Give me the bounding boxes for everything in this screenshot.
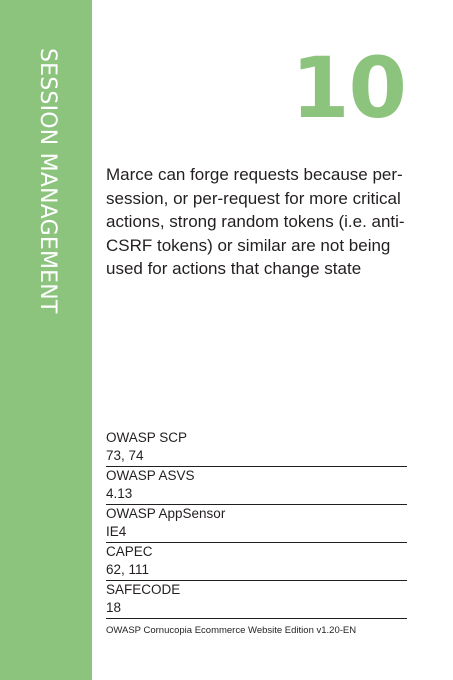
reference-item: CAPEC 62, 111 [106,543,407,581]
reference-name: OWASP SCP [106,430,188,445]
reference-list: OWASP SCP 73, 74 OWASP ASVS 4.13 OWASP A… [106,429,407,619]
reference-item: OWASP AppSensor IE4 [106,505,407,543]
reference-value: 62, 111 [106,562,150,577]
reference-value: IE4 [106,524,127,539]
reference-name: SAFECODE [106,582,181,597]
cornucopia-card: SESSION MANAGEMENT 10 Marce can forge re… [0,0,453,680]
suit-band: SESSION MANAGEMENT [0,0,92,680]
reference-value: 18 [106,600,122,615]
edition-footer: OWASP Cornucopia Ecommerce Website Editi… [106,625,357,636]
reference-name: OWASP AppSensor [106,506,226,521]
reference-item: SAFECODE 18 [106,581,407,619]
reference-value: 73, 74 [106,448,144,463]
reference-value: 4.13 [106,486,133,501]
card-number: 10 [291,39,407,137]
card-description: Marce can forge requests because per-ses… [106,165,405,278]
reference-item: OWASP SCP 73, 74 [106,429,407,467]
reference-name: CAPEC [106,544,153,559]
reference-item: OWASP ASVS 4.13 [106,467,407,505]
suit-title: SESSION MANAGEMENT [35,48,60,314]
reference-name: OWASP ASVS [106,468,195,483]
